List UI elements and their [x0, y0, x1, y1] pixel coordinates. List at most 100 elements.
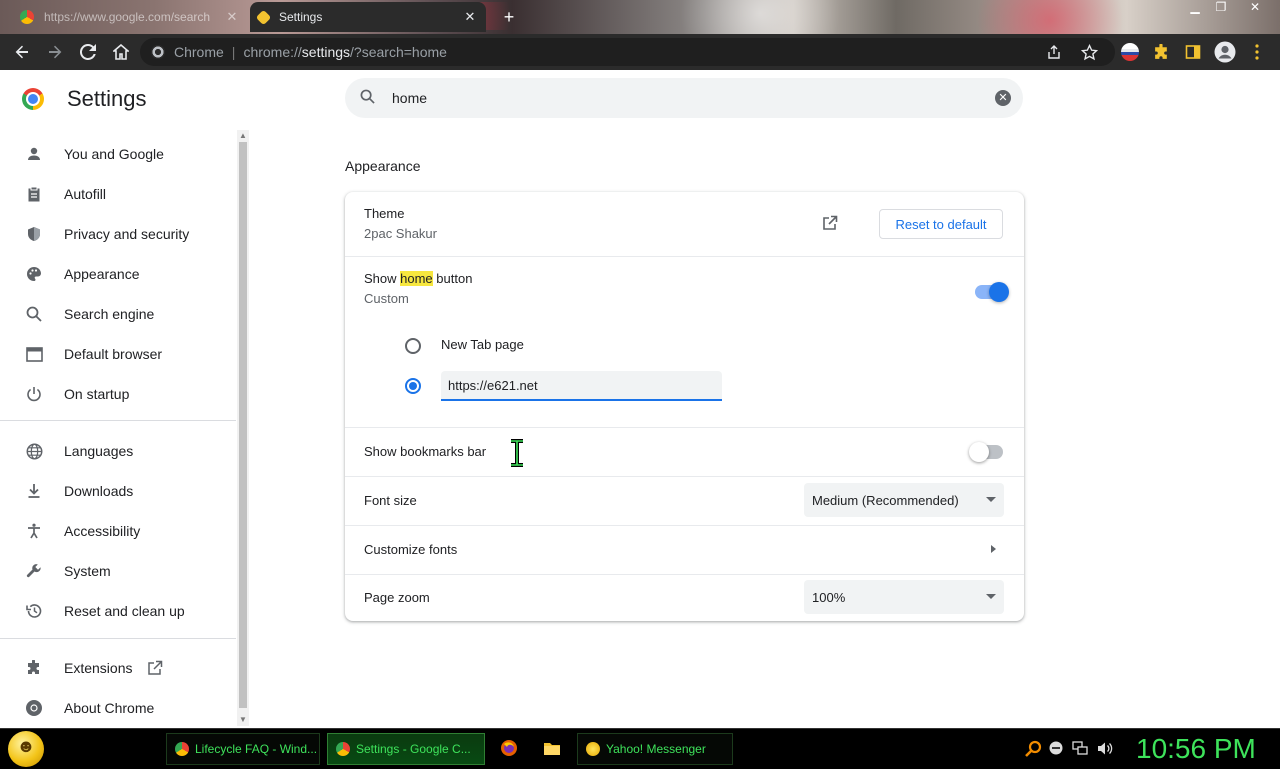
avatar-icon — [1214, 41, 1236, 63]
url-path: /?search=home — [350, 44, 447, 60]
home-button-toggle[interactable] — [975, 282, 1009, 302]
sidebar-item-reset-and-clean-up[interactable]: Reset and clean up — [0, 591, 236, 631]
text-cursor-icon — [511, 439, 523, 467]
address-bar[interactable]: Chrome | chrome://settings/?search=home — [140, 38, 1115, 66]
side-panel-button[interactable] — [1185, 34, 1201, 70]
sidebar-item-label: Reset and clean up — [64, 603, 185, 619]
scrollbar-thumb[interactable] — [239, 142, 247, 708]
firefox-icon[interactable] — [500, 739, 518, 757]
settings-page: Settings ✕ You and Google Autofill Priva… — [0, 70, 1280, 728]
new-tab-radio[interactable] — [405, 338, 421, 354]
share-button[interactable] — [1046, 34, 1062, 70]
flag-icon — [1121, 43, 1139, 61]
select-value: Medium (Recommended) — [812, 492, 959, 508]
sidebar-item-you-and-google[interactable]: You and Google — [0, 134, 236, 174]
sidebar-item-on-startup[interactable]: On startup — [0, 374, 236, 414]
forward-button[interactable] — [39, 36, 71, 68]
sidebar-item-default-browser[interactable]: Default browser — [0, 334, 236, 374]
back-button[interactable] — [6, 36, 38, 68]
tab-settings[interactable]: Settings ✕ — [250, 2, 486, 32]
page-zoom-label: Page zoom — [364, 590, 430, 605]
extensions-button[interactable] — [1153, 34, 1170, 70]
clear-search-icon[interactable]: ✕ — [995, 90, 1011, 106]
search-icon — [347, 89, 387, 108]
settings-search: ✕ — [345, 78, 1023, 118]
settings-header: Settings — [22, 86, 147, 112]
taskbar-clock[interactable]: 10:56 PM — [1136, 733, 1256, 765]
sidebar-item-about-chrome[interactable]: About Chrome — [0, 688, 236, 728]
sidebar-item-extensions[interactable]: Extensions — [0, 648, 236, 688]
appearance-card: Theme 2pac Shakur Reset to default Show … — [345, 192, 1024, 621]
sidebar-item-appearance[interactable]: Appearance — [0, 254, 236, 294]
site-label: Chrome — [174, 44, 224, 60]
bookmarks-bar-toggle[interactable] — [969, 442, 1003, 462]
folder-icon[interactable] — [543, 739, 561, 757]
toggle-knob — [989, 282, 1009, 302]
profile-button[interactable] — [1214, 34, 1236, 70]
bookmark-star-button[interactable] — [1081, 34, 1098, 70]
sidebar-item-downloads[interactable]: Downloads — [0, 471, 236, 511]
home-url-input[interactable] — [441, 371, 722, 401]
url-host: settings — [301, 44, 351, 60]
customize-fonts-row[interactable]: Customize fonts — [345, 526, 1024, 574]
omnibox-separator: | — [231, 44, 236, 60]
profile-flag-button[interactable] — [1121, 34, 1139, 70]
toggle-knob — [969, 442, 989, 462]
network-icon[interactable] — [1072, 741, 1088, 756]
theme-background — [930, 0, 1130, 34]
chrome-icon — [336, 742, 350, 756]
volume-icon[interactable] — [1097, 741, 1113, 756]
search-tray-icon[interactable] — [1024, 740, 1042, 758]
new-tab-button[interactable]: + — [498, 6, 520, 28]
theme-background — [640, 0, 880, 34]
select-value: 100% — [812, 589, 846, 605]
search-input[interactable] — [390, 89, 974, 107]
sidebar-item-label: Appearance — [64, 266, 140, 282]
sidebar-item-autofill[interactable]: Autofill — [0, 174, 236, 214]
status-tray-icon[interactable] — [1049, 741, 1063, 755]
home-label-suffix: button — [432, 271, 473, 286]
taskbar-item-lifecycle-faq[interactable]: Lifecycle FAQ - Wind... — [166, 733, 320, 765]
sidebar-item-system[interactable]: System — [0, 551, 236, 591]
sidebar-item-privacy-and-security[interactable]: Privacy and security — [0, 214, 236, 254]
sidebar-item-label: Autofill — [64, 186, 107, 202]
sidebar-item-accessibility[interactable]: Accessibility — [0, 511, 236, 551]
settings-sidebar: You and Google Autofill Privacy and secu… — [0, 132, 236, 728]
sidebar-divider — [0, 638, 236, 639]
reload-button[interactable] — [72, 36, 104, 68]
taskbar-item-yahoo-messenger[interactable]: Yahoo! Messenger — [577, 733, 733, 765]
minimize-icon[interactable]: ▁ — [1182, 0, 1208, 16]
font-size-select[interactable]: Medium (Recommended) — [804, 483, 1004, 517]
reload-icon — [80, 44, 96, 60]
restore-icon[interactable]: ❐ — [1208, 0, 1234, 16]
external-link-icon[interactable] — [822, 215, 838, 231]
dropdown-arrow-icon — [986, 594, 996, 599]
theme-value: 2pac Shakur — [364, 226, 437, 241]
person-icon — [23, 143, 45, 165]
back-arrow-icon — [15, 45, 28, 59]
theme-row: Theme 2pac Shakur Reset to default — [345, 192, 1024, 256]
scroll-up-icon[interactable]: ▲ — [237, 130, 249, 142]
sidebar-scrollbar[interactable]: ▲ ▼ — [237, 130, 249, 726]
chrome-logo-icon — [22, 88, 44, 110]
font-size-row: Font size Medium (Recommended) — [345, 477, 1024, 525]
home-icon — [113, 44, 129, 60]
start-button[interactable]: ☻ — [8, 731, 44, 767]
sidebar-item-label: You and Google — [64, 146, 164, 162]
chrome-menu-button[interactable] — [1255, 34, 1259, 70]
tab-google-search[interactable]: https://www.google.com/search ✕ — [12, 2, 248, 32]
tab-close-icon[interactable]: ✕ — [224, 9, 240, 25]
custom-url-radio[interactable] — [405, 378, 421, 394]
page-zoom-select[interactable]: 100% — [804, 580, 1004, 614]
home-button[interactable] — [105, 36, 137, 68]
reset-theme-button[interactable]: Reset to default — [879, 209, 1003, 239]
sidebar-item-label: Downloads — [64, 483, 134, 499]
scroll-down-icon[interactable]: ▼ — [237, 714, 249, 726]
taskbar-item-settings[interactable]: Settings - Google C... — [327, 733, 485, 765]
close-window-icon[interactable]: ✕ — [1242, 0, 1268, 16]
sidebar-item-search-engine[interactable]: Search engine — [0, 294, 236, 334]
palette-icon — [23, 263, 45, 285]
tab-close-icon[interactable]: ✕ — [462, 9, 478, 25]
clipboard-icon — [23, 183, 45, 205]
sidebar-item-languages[interactable]: Languages — [0, 431, 236, 471]
